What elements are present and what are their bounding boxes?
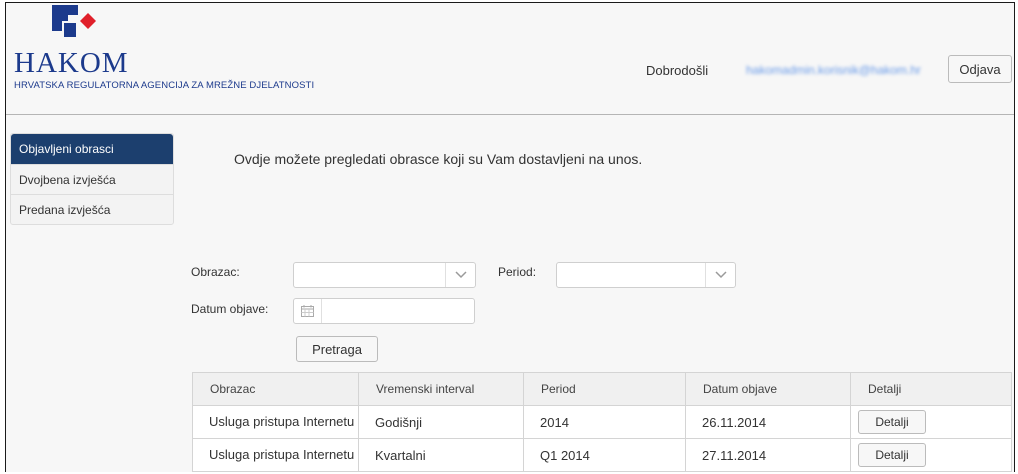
calendar-icon[interactable] [294,299,322,323]
sidebar: Objavljeni obrasci Dvojbena izvješća Pre… [10,133,174,225]
table-row: Usluga pristupa Internetu Kvartalni Q1 2… [192,438,1012,472]
cell-date: 26.11.2014 [685,405,851,439]
logo-text: HAKOM [14,47,129,79]
table-row: Usluga pristupa Internetu Godišnji 2014 … [192,405,1012,439]
cell-details: Detalji [850,405,1012,439]
sidebar-item-submitted-reports[interactable]: Predana izvješća [11,194,173,224]
column-header-interval[interactable]: Vremenski interval [358,372,524,406]
app-window: HAKOM HRVATSKA REGULATORNA AGENCIJA ZA M… [5,2,1015,472]
sidebar-item-disputed-reports[interactable]: Dvojbena izvješća [11,164,173,194]
header: HAKOM HRVATSKA REGULATORNA AGENCIJA ZA M… [6,3,1014,115]
chevron-down-icon[interactable] [705,263,735,287]
period-label: Period: [498,265,537,279]
column-header-details: Detalji [850,372,1012,406]
sidebar-item-published-forms[interactable]: Objavljeni obrasci [11,134,173,164]
cell-period: 2014 [523,405,686,439]
cell-interval: Godišnji [358,405,524,439]
welcome-text: Dobrodošli [646,63,709,78]
cell-details: Detalji [850,438,1012,472]
form-label: Obrazac: [191,265,240,279]
date-input[interactable] [293,298,475,324]
details-button[interactable]: Detalji [858,443,926,467]
cell-period: Q1 2014 [523,438,686,472]
form-select[interactable] [293,262,476,288]
intro-text: Ovdje možete pregledati obrasce koji su … [234,151,643,167]
chevron-down-icon[interactable] [445,263,475,287]
details-button[interactable]: Detalji [858,410,926,434]
logout-button[interactable]: Odjava [948,55,1012,83]
search-button[interactable]: Pretraga [296,336,378,362]
hakom-logo-icon [52,5,96,37]
forms-table: Obrazac Vremenski interval Period Datum … [192,372,1012,472]
column-header-form[interactable]: Obrazac [192,372,359,406]
column-header-period[interactable]: Period [523,372,686,406]
cell-date: 27.11.2014 [685,438,851,472]
date-label: Datum objave: [191,302,269,316]
column-header-date[interactable]: Datum objave [685,372,851,406]
logo-subtitle: HRVATSKA REGULATORNA AGENCIJA ZA MREŽNE … [14,80,315,91]
cell-form: Usluga pristupa Internetu [192,405,359,439]
period-select[interactable] [556,262,736,288]
cell-form: Usluga pristupa Internetu [192,438,359,472]
table-header-row: Obrazac Vremenski interval Period Datum … [192,372,1012,406]
cell-interval: Kvartalni [358,438,524,472]
user-email[interactable]: hakomadmin.korisnik@hakom.hr [746,63,921,77]
